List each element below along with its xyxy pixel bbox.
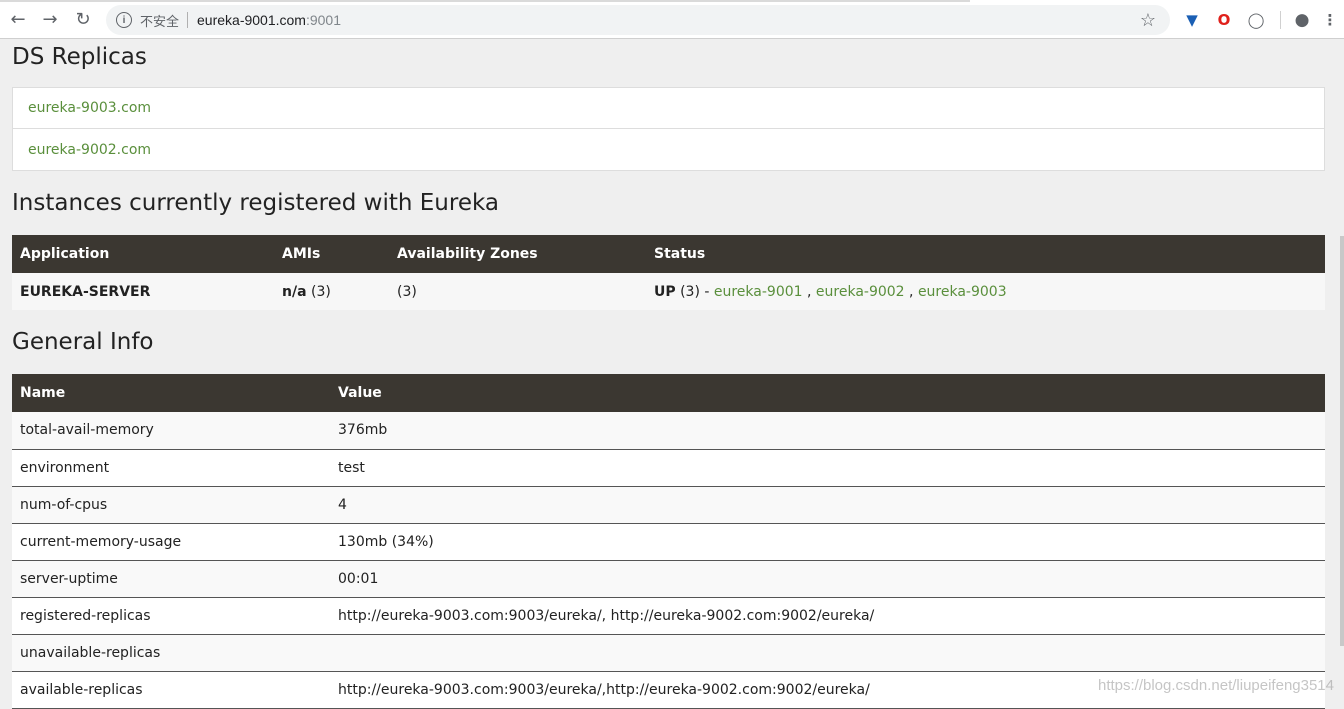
- info-value: 376mb: [330, 412, 1325, 449]
- replica-link[interactable]: eureka-9002.com: [28, 142, 151, 158]
- instance-link[interactable]: eureka-9003: [918, 284, 1007, 300]
- column-header: Value: [330, 374, 1325, 412]
- application-name: EUREKA-SERVER: [20, 284, 150, 300]
- link-separator: ,: [905, 284, 918, 300]
- extension-circle-icon[interactable]: ◯: [1246, 10, 1266, 30]
- table-row: current-memory-usage130mb (34%): [12, 523, 1325, 560]
- general-info-heading: General Info: [12, 329, 153, 355]
- address-bar[interactable]: i 不安全 eureka-9001.com:9001 ☆: [106, 5, 1170, 35]
- info-value: 130mb (34%): [330, 523, 1325, 560]
- opera-extension-icon[interactable]: O: [1214, 10, 1234, 30]
- forward-arrow-icon[interactable]: →: [38, 8, 62, 32]
- security-label[interactable]: 不安全: [140, 11, 179, 30]
- info-name: num-of-cpus: [12, 486, 330, 523]
- info-name: server-uptime: [12, 560, 330, 597]
- table-row: environmenttest: [12, 449, 1325, 486]
- address-separator: [187, 12, 188, 28]
- instance-link[interactable]: eureka-9001: [714, 284, 803, 300]
- info-name: registered-replicas: [12, 597, 330, 634]
- info-value: test: [330, 449, 1325, 486]
- info-value: [330, 634, 1325, 671]
- info-icon[interactable]: i: [116, 12, 132, 28]
- column-header: AMIs: [274, 235, 389, 273]
- table-row: EUREKA-SERVER n/a (3) (3) UP (3) - eurek…: [12, 273, 1325, 310]
- replica-link[interactable]: eureka-9003.com: [28, 100, 151, 116]
- table-row: registered-replicashttp://eureka-9003.co…: [12, 597, 1325, 634]
- info-value: 00:01: [330, 560, 1325, 597]
- vertical-scrollbar[interactable]: [1340, 236, 1344, 646]
- replica-item[interactable]: eureka-9003.com: [13, 88, 1324, 129]
- profile-avatar-icon[interactable]: ●: [1292, 10, 1312, 30]
- amis-value: n/a: [282, 284, 307, 300]
- info-name: total-avail-memory: [12, 412, 330, 449]
- table-row: unavailable-replicas: [12, 634, 1325, 671]
- table-row: server-uptime00:01: [12, 560, 1325, 597]
- amis-count: (3): [307, 284, 331, 300]
- column-header: Availability Zones: [389, 235, 646, 273]
- replica-item[interactable]: eureka-9002.com: [13, 129, 1324, 170]
- tab-strip-edge: [0, 0, 970, 2]
- info-name: environment: [12, 449, 330, 486]
- url-port[interactable]: :9001: [306, 12, 341, 28]
- bookmark-star-icon[interactable]: ☆: [1140, 10, 1156, 31]
- info-value: http://eureka-9003.com:9003/eureka/, htt…: [330, 597, 1325, 634]
- link-separator: ,: [803, 284, 816, 300]
- back-arrow-icon[interactable]: ←: [6, 8, 30, 32]
- replicas-heading: DS Replicas: [12, 44, 147, 70]
- instance-link[interactable]: eureka-9002: [816, 284, 905, 300]
- table-row: total-avail-memory376mb: [12, 412, 1325, 449]
- general-info-table: Name Value total-avail-memory376mb envir…: [12, 374, 1325, 709]
- info-value: 4: [330, 486, 1325, 523]
- amis-cell: n/a (3): [274, 273, 389, 310]
- reload-icon[interactable]: ↻: [71, 8, 95, 32]
- replica-list: eureka-9003.com eureka-9002.com: [12, 87, 1325, 171]
- info-name: unavailable-replicas: [12, 634, 330, 671]
- zones-cell: (3): [389, 273, 646, 310]
- menu-kebab-icon[interactable]: ⋮: [1320, 10, 1340, 30]
- application-cell: EUREKA-SERVER: [12, 273, 274, 310]
- extension-shield-icon[interactable]: ▼: [1182, 10, 1202, 30]
- info-name: available-replicas: [12, 671, 330, 708]
- instances-heading: Instances currently registered with Eure…: [12, 190, 499, 216]
- column-header: Name: [12, 374, 330, 412]
- browser-toolbar: ← → ↻ i 不安全 eureka-9001.com:9001 ☆ ▼ O ◯…: [0, 0, 1344, 39]
- info-name: current-memory-usage: [12, 523, 330, 560]
- column-header: Application: [12, 235, 274, 273]
- column-header: Status: [646, 235, 1325, 273]
- instances-table: Application AMIs Availability Zones Stat…: [12, 235, 1325, 310]
- toolbar-divider: [1280, 11, 1281, 29]
- watermark: https://blog.csdn.net/liupeifeng3514: [1098, 677, 1334, 694]
- url-host[interactable]: eureka-9001.com: [197, 12, 306, 28]
- status-cell: UP (3) - eureka-9001 , eureka-9002 , eur…: [646, 273, 1325, 310]
- table-row: num-of-cpus4: [12, 486, 1325, 523]
- status-value: UP: [654, 284, 676, 300]
- status-count: (3) -: [676, 284, 714, 300]
